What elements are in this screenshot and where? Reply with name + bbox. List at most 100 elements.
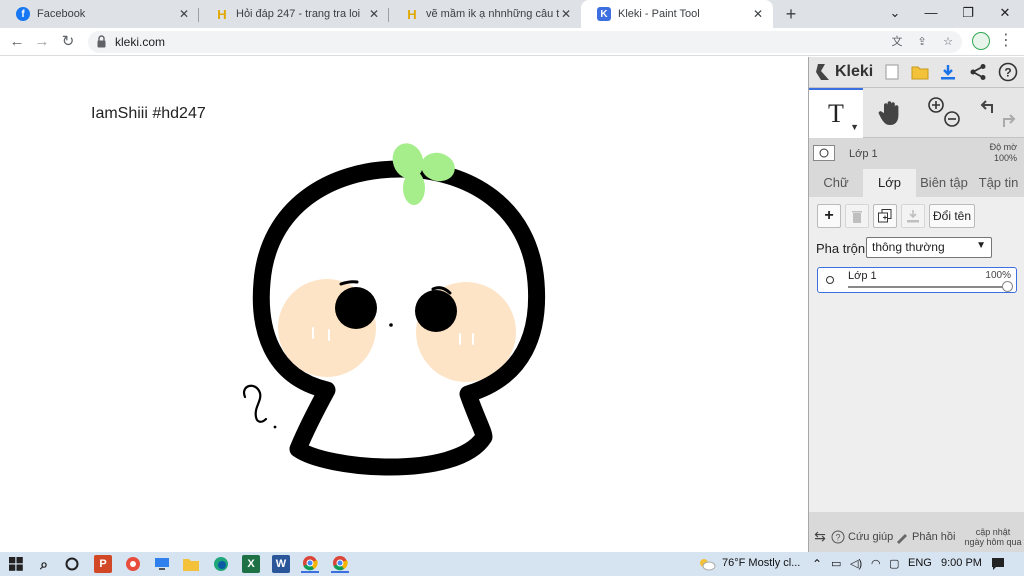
download-icon[interactable] xyxy=(937,61,959,83)
computer-icon[interactable] xyxy=(153,555,171,573)
update-info[interactable]: cập nhật ngày hôm qua xyxy=(961,527,1024,547)
volume-icon[interactable]: ◁) xyxy=(850,557,862,570)
blend-mode-label: Pha trộn xyxy=(816,241,866,256)
hand-tool-button[interactable] xyxy=(863,88,917,138)
media-player-icon[interactable] xyxy=(124,555,142,573)
close-tab-icon[interactable]: ✕ xyxy=(367,7,381,21)
kleki-logo[interactable]: Kleki xyxy=(815,62,873,82)
powerpoint-icon[interactable]: P xyxy=(94,555,112,573)
layer-name: Lớp 1 xyxy=(848,270,877,282)
weather-text[interactable]: 76°F Mostly cl... xyxy=(722,557,800,569)
layer-opacity-slider[interactable] xyxy=(848,286,1006,288)
browser-toolbar: ← → ↻ kleki.com 文 ⇪ ☆ ⋮ xyxy=(0,28,1024,56)
reload-icon[interactable]: ↻ xyxy=(58,32,78,52)
address-bar[interactable]: kleki.com 文 ⇪ ☆ xyxy=(88,31,962,53)
clock-time[interactable]: 9:00 PM xyxy=(941,557,982,569)
notifications-icon[interactable] xyxy=(989,555,1007,573)
tab-search-icon[interactable]: ⌄ xyxy=(877,0,913,28)
help-circle-icon: ? xyxy=(831,530,845,543)
browser-tab-strip: f Facebook ✕ H Hỏi đáp 247 - trang tra l… xyxy=(0,0,1024,28)
show-hidden-icons-icon[interactable]: ⌃ xyxy=(812,557,822,571)
tab-facebook[interactable]: f Facebook ✕ xyxy=(0,0,199,28)
word-icon[interactable]: W xyxy=(272,555,290,573)
close-tab-icon[interactable]: ✕ xyxy=(177,7,191,21)
chevron-down-icon: ▼ xyxy=(976,240,986,251)
share-page-icon[interactable]: ⇪ xyxy=(914,35,930,49)
question-dot xyxy=(273,425,277,429)
tab-question[interactable]: H vẽ mầm ik ạ nhnhững câu tt có thể ✕ xyxy=(389,0,581,28)
layer-list-item[interactable]: Lớp 1 100% xyxy=(817,267,1017,293)
share-icon[interactable] xyxy=(967,61,989,83)
battery-icon[interactable]: ▭ xyxy=(831,557,841,570)
zoom-button[interactable] xyxy=(917,88,971,138)
browser-menu-icon[interactable]: ⋮ xyxy=(998,32,1014,52)
edge-icon[interactable] xyxy=(212,555,230,573)
kleki-icon: K xyxy=(597,7,611,21)
tab-title: vẽ mầm ik ạ nhnhững câu tt có thể xyxy=(426,8,559,20)
network-icon[interactable]: ▢ xyxy=(889,557,899,570)
undo-redo-button[interactable] xyxy=(971,88,1024,138)
tab-kleki[interactable]: K Kleki - Paint Tool ✕ xyxy=(581,0,773,28)
tab-text[interactable]: Chữ xyxy=(809,169,863,197)
close-tab-icon[interactable]: ✕ xyxy=(559,7,573,21)
chevron-down-icon[interactable]: ▼ xyxy=(850,122,859,132)
opacity-slider-handle[interactable] xyxy=(1002,281,1013,292)
blend-mode-select[interactable]: thông thường ▼ xyxy=(866,237,992,258)
current-layer-header[interactable]: Lớp 1 Độ mờ 100% xyxy=(809,139,1024,165)
rename-layer-button[interactable]: Đổi tên xyxy=(929,204,975,228)
back-icon[interactable]: ← xyxy=(7,32,27,52)
merge-down-icon xyxy=(907,210,919,223)
restore-button[interactable]: ❐ xyxy=(950,0,986,28)
weather-cloud-icon[interactable] xyxy=(698,555,716,573)
windows-start-icon[interactable] xyxy=(7,555,25,573)
text-tool-button[interactable]: T ▼ xyxy=(809,88,863,138)
question-doodle xyxy=(242,384,268,423)
tab-file[interactable]: Tập tin xyxy=(972,169,1024,197)
help-label: Cứu giúp xyxy=(848,530,894,543)
layer-thumbnail xyxy=(813,145,835,161)
new-image-icon[interactable] xyxy=(881,61,903,83)
lock-icon[interactable] xyxy=(97,35,106,48)
language-indicator[interactable]: ENG xyxy=(908,557,932,569)
excel-icon[interactable]: X xyxy=(242,555,260,573)
task-view-icon[interactable] xyxy=(63,555,81,573)
blend-mode-value: thông thường xyxy=(872,240,945,254)
update-line-1: cập nhật xyxy=(975,526,1011,537)
swap-side-icon[interactable]: ⇆ xyxy=(809,528,831,545)
chrome-icon[interactable] xyxy=(301,555,319,573)
minimize-button[interactable]: — xyxy=(913,0,949,28)
current-layer-name: Lớp 1 xyxy=(849,148,878,160)
help-icon[interactable]: ? xyxy=(997,61,1019,83)
right-eye xyxy=(415,290,457,332)
tab-edit[interactable]: Biên tập xyxy=(916,169,972,197)
add-layer-button[interactable]: + xyxy=(817,204,841,228)
delete-layer-button[interactable] xyxy=(845,204,869,228)
text-tool-icon: T xyxy=(828,99,844,128)
file-explorer-icon[interactable] xyxy=(182,555,200,573)
feedback-button[interactable]: Phản hồi xyxy=(895,530,961,544)
chrome-icon[interactable] xyxy=(331,555,349,573)
panel-footer: ⇆ ? Cứu giúp Phản hồi cập nhật ngày hôm … xyxy=(809,521,1024,552)
opacity-label: Độ mờ xyxy=(989,142,1017,152)
url-text[interactable]: kleki.com xyxy=(115,35,165,49)
sprout-leaves xyxy=(392,143,455,205)
merge-down-button[interactable] xyxy=(901,204,925,228)
kleki-side-panel: Kleki ? T ▼ Lớp 1 Độ mờ 100% Chữ Lớp Biê… xyxy=(808,57,1024,552)
open-folder-icon[interactable] xyxy=(909,61,931,83)
panel-tabs: Chữ Lớp Biên tập Tập tin xyxy=(809,169,1024,197)
drawing-canvas[interactable]: IamShiii #hd247 xyxy=(0,57,808,552)
tab-layers[interactable]: Lớp xyxy=(863,169,916,197)
search-icon[interactable]: ⌕ xyxy=(35,555,53,573)
duplicate-layer-button[interactable] xyxy=(873,204,897,228)
left-eye xyxy=(335,287,377,329)
translate-icon[interactable]: 文 xyxy=(889,35,905,49)
help-button[interactable]: ? Cứu giúp xyxy=(831,530,895,544)
wifi-icon[interactable]: ◠ xyxy=(871,557,881,570)
profile-avatar-icon[interactable] xyxy=(972,32,990,50)
close-window-button[interactable]: ✕ xyxy=(987,0,1023,28)
tab-hoidap247[interactable]: H Hỏi đáp 247 - trang tra loi ✕ xyxy=(199,0,389,28)
new-tab-button[interactable]: + xyxy=(781,4,801,24)
forward-icon[interactable]: → xyxy=(32,32,52,52)
bookmark-star-icon[interactable]: ☆ xyxy=(940,35,956,49)
close-tab-icon[interactable]: ✕ xyxy=(751,7,765,21)
